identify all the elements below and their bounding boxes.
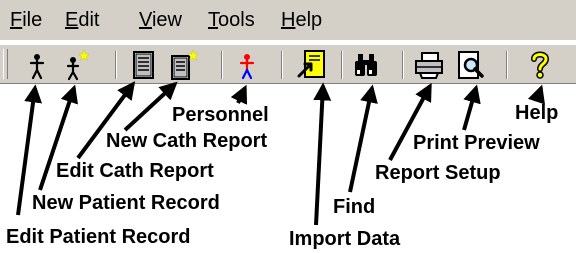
toolbar-grip[interactable] bbox=[3, 49, 8, 79]
menu-view[interactable]: View bbox=[139, 8, 182, 32]
toolbar-separator bbox=[281, 51, 283, 79]
new-cath-report-button[interactable] bbox=[166, 48, 200, 82]
personnel-button[interactable] bbox=[230, 48, 264, 82]
arrow-help bbox=[527, 84, 545, 105]
menu-edit[interactable]: Edit bbox=[65, 8, 99, 32]
menu-file[interactable]: File bbox=[10, 8, 42, 32]
menu-tools[interactable]: Tools bbox=[208, 8, 255, 32]
print-preview-button[interactable] bbox=[453, 48, 487, 82]
arrow-import-data bbox=[313, 82, 332, 226]
person-icon bbox=[29, 54, 45, 80]
print-preview-icon bbox=[458, 51, 484, 79]
callout-new-patient-record: New Patient Record bbox=[32, 192, 220, 214]
arrow-find bbox=[348, 84, 378, 193]
cath-report-new-icon bbox=[171, 49, 200, 80]
person-new-icon bbox=[66, 49, 91, 81]
import-data-icon bbox=[297, 50, 325, 78]
callout-print-preview: Print Preview bbox=[413, 132, 540, 154]
cath-report-icon bbox=[133, 51, 154, 79]
callout-report-setup: Report Setup bbox=[375, 162, 501, 184]
toolbar-separator bbox=[115, 51, 117, 79]
import-data-button[interactable] bbox=[295, 48, 329, 82]
arrow-print-preview bbox=[462, 84, 481, 131]
callout-import-data: Import Data bbox=[289, 228, 401, 250]
help-button[interactable] bbox=[523, 48, 557, 82]
toolbar bbox=[0, 44, 576, 84]
personnel-icon bbox=[239, 54, 255, 80]
edit-cath-report-button[interactable] bbox=[126, 48, 160, 82]
printer-icon bbox=[415, 52, 443, 79]
toolbar-separator bbox=[341, 51, 343, 79]
callout-edit-patient-record: Edit Patient Record bbox=[6, 226, 191, 248]
find-button[interactable] bbox=[349, 48, 383, 82]
edit-patient-record-button[interactable] bbox=[20, 48, 54, 82]
callout-new-cath-report: New Cath Report bbox=[106, 130, 268, 152]
app-window: File Edit View Tools Help Edit Patient R… bbox=[0, 0, 576, 253]
report-setup-button[interactable] bbox=[412, 48, 446, 82]
menu-help[interactable]: Help bbox=[281, 8, 322, 32]
help-question-icon bbox=[531, 51, 550, 79]
toolbar-separator bbox=[506, 51, 508, 79]
toolbar-separator bbox=[221, 51, 223, 79]
arrow-personnel bbox=[230, 84, 248, 105]
binoculars-icon bbox=[355, 54, 377, 76]
callout-help: Help bbox=[515, 102, 559, 124]
menu-bar: File Edit View Tools Help bbox=[0, 0, 576, 40]
callout-edit-cath-report: Edit Cath Report bbox=[56, 160, 214, 182]
toolbar-separator bbox=[402, 51, 404, 79]
new-patient-record-button[interactable] bbox=[58, 48, 92, 82]
callout-find: Find bbox=[333, 196, 376, 218]
callout-personnel: Personnel bbox=[172, 104, 269, 126]
arrow-new-cath-report bbox=[123, 81, 178, 132]
